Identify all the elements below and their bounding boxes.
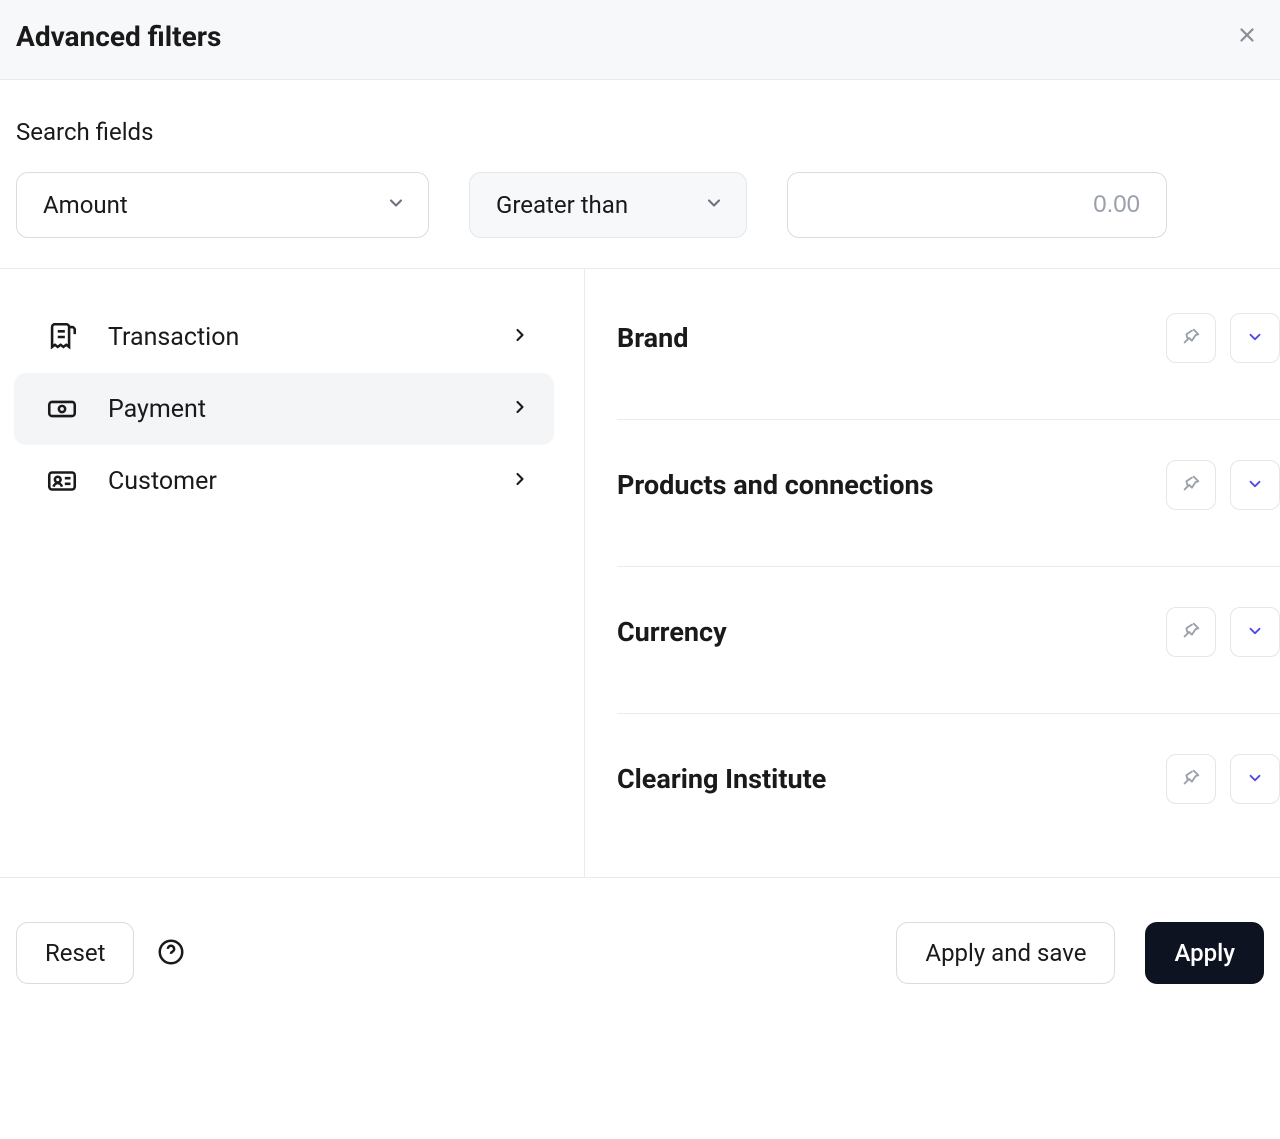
- filter-actions: [1166, 313, 1280, 363]
- close-icon: [1236, 24, 1258, 49]
- dialog-footer: Reset Apply and save Apply: [0, 877, 1280, 1022]
- apply-and-save-button[interactable]: Apply and save: [896, 922, 1115, 984]
- chevron-down-icon: [386, 191, 406, 219]
- chevron-right-icon: [510, 325, 530, 349]
- category-item-payment[interactable]: Payment: [14, 373, 554, 445]
- filter-row-brand: Brand: [617, 269, 1280, 420]
- banknote-icon: [44, 391, 80, 427]
- pin-icon: [1180, 473, 1202, 498]
- category-item-transaction[interactable]: Transaction: [14, 301, 554, 373]
- footer-left: Reset: [16, 922, 186, 984]
- id-card-icon: [44, 463, 80, 499]
- field-select[interactable]: Amount: [16, 172, 429, 238]
- pin-button[interactable]: [1166, 754, 1216, 804]
- field-select-value: Amount: [43, 191, 128, 219]
- filter-list: Brand Products and connections: [585, 269, 1280, 877]
- search-fields-row: Amount Greater than: [16, 172, 1264, 238]
- search-fields-section: Search fields Amount Greater than: [0, 80, 1280, 268]
- chevron-down-icon: [1246, 328, 1264, 349]
- receipt-icon: [44, 319, 80, 355]
- apply-button[interactable]: Apply: [1145, 922, 1264, 984]
- operator-select-value: Greater than: [496, 191, 628, 219]
- filter-title: Brand: [617, 322, 688, 354]
- filter-actions: [1166, 460, 1280, 510]
- footer-right: Apply and save Apply: [896, 922, 1264, 984]
- reset-button[interactable]: Reset: [16, 922, 134, 984]
- dialog-title: Advanced filters: [16, 20, 221, 53]
- category-label: Payment: [108, 395, 510, 424]
- filter-row-currency: Currency: [617, 567, 1280, 714]
- pin-icon: [1180, 767, 1202, 792]
- expand-button[interactable]: [1230, 607, 1280, 657]
- value-input[interactable]: [787, 172, 1167, 238]
- category-label: Customer: [108, 467, 510, 496]
- operator-select[interactable]: Greater than: [469, 172, 747, 238]
- chevron-right-icon: [510, 469, 530, 493]
- filter-row-clearing: Clearing Institute: [617, 714, 1280, 860]
- pin-button[interactable]: [1166, 607, 1216, 657]
- filter-actions: [1166, 607, 1280, 657]
- filter-actions: [1166, 754, 1280, 804]
- chevron-right-icon: [510, 397, 530, 421]
- expand-button[interactable]: [1230, 313, 1280, 363]
- expand-button[interactable]: [1230, 460, 1280, 510]
- search-fields-label: Search fields: [16, 118, 1264, 146]
- pin-button[interactable]: [1166, 460, 1216, 510]
- chevron-down-icon: [1246, 769, 1264, 790]
- help-icon: [156, 937, 186, 970]
- expand-button[interactable]: [1230, 754, 1280, 804]
- pin-icon: [1180, 326, 1202, 351]
- pin-button[interactable]: [1166, 313, 1216, 363]
- chevron-down-icon: [1246, 622, 1264, 643]
- filter-title: Products and connections: [617, 469, 933, 501]
- filter-row-products: Products and connections: [617, 420, 1280, 567]
- filter-title: Currency: [617, 616, 727, 648]
- category-list: Transaction Payment Customer: [0, 269, 585, 877]
- chevron-down-icon: [704, 191, 724, 219]
- main-area: Transaction Payment Customer: [0, 269, 1280, 877]
- filter-title: Clearing Institute: [617, 763, 826, 795]
- chevron-down-icon: [1246, 475, 1264, 496]
- close-button[interactable]: [1230, 18, 1264, 55]
- pin-icon: [1180, 620, 1202, 645]
- help-button[interactable]: [156, 937, 186, 970]
- dialog-header: Advanced filters: [0, 0, 1280, 80]
- category-item-customer[interactable]: Customer: [14, 445, 554, 517]
- category-label: Transaction: [108, 323, 510, 352]
